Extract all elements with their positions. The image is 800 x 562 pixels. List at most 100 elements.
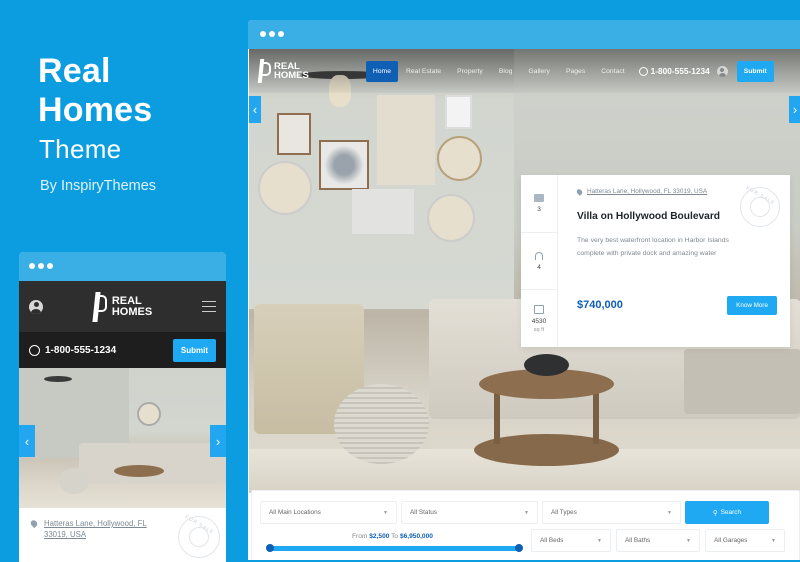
caret-down-icon: ▼ [524, 509, 529, 516]
feature-beds: 3 [521, 175, 557, 233]
promo-title-line2: Homes [38, 91, 153, 129]
nav-contact[interactable]: Contact [593, 61, 632, 82]
search-icon: ⚲ [712, 509, 718, 517]
types-select[interactable]: All Types ▼ [542, 501, 681, 524]
feature-baths: 4 [521, 233, 557, 291]
chevron-right-icon: › [215, 433, 221, 449]
know-more-button[interactable]: Know More [727, 296, 777, 315]
range-max: $6,950,000 [399, 533, 433, 540]
search-label: Search [720, 509, 742, 516]
mobile-phone-number: 1-800-555-1234 [45, 344, 117, 356]
frame-art [319, 140, 369, 190]
logo-line1: REAL [111, 294, 142, 307]
hamburger-menu-icon[interactable] [202, 301, 216, 312]
bowl-decor [524, 354, 569, 376]
feature-area: 4530 sq ft [521, 290, 557, 347]
beds-value: 3 [537, 205, 541, 213]
bed-icon [534, 193, 544, 202]
mobile-browser-window: REAL HOMES 1-800-555-1234 Submit ‹ › Hat… [19, 252, 226, 562]
chevron-right-icon: › [792, 102, 798, 117]
clock-decor [137, 402, 161, 426]
range-min: $2,500 [369, 533, 390, 540]
logo-mark-icon [258, 59, 271, 83]
range-to-label: To [391, 533, 399, 540]
site-logo[interactable]: REAL HOMES [93, 292, 152, 322]
site-logo[interactable]: REAL HOMES [258, 59, 309, 83]
whatsapp-icon [638, 66, 648, 76]
property-address: Hatteras Lane, Hollywood, FL 33019, USA [587, 188, 708, 195]
search-button[interactable]: ⚲ Search [685, 501, 769, 524]
frame-art [277, 113, 311, 155]
area-value: 4530 [531, 317, 547, 325]
baths-select-value: All Baths [625, 537, 651, 544]
header-phone[interactable]: 1-800-555-1234 [638, 66, 710, 76]
caret-down-icon: ▼ [667, 509, 672, 516]
caret-down-icon: ▼ [771, 537, 776, 544]
baths-value: 4 [537, 263, 541, 271]
nav-pages[interactable]: Pages [558, 61, 593, 82]
slider-prev-button[interactable]: ‹ [249, 96, 261, 123]
pouf [59, 468, 89, 494]
user-account-icon[interactable] [29, 299, 43, 314]
property-features: 3 4 4530 sq ft [521, 175, 558, 347]
locations-value: All Main Locations [269, 509, 321, 516]
area-icon [534, 304, 544, 314]
stamp-text: FOR SALE [183, 514, 215, 536]
area-unit: sq ft [533, 326, 545, 333]
caret-down-icon: ▼ [597, 537, 602, 544]
round-art [427, 194, 475, 242]
status-select[interactable]: All Status ▼ [401, 501, 538, 524]
frame-art [445, 95, 472, 129]
sofa [79, 443, 226, 483]
promo-title-line1: Real [38, 52, 111, 90]
range-from-label: From [352, 533, 368, 540]
mobile-property-address-link[interactable]: Hatteras Lane, Hollywood, FL 33019, USA [29, 518, 169, 540]
for-sale-stamp-icon: FOR SALE [740, 185, 780, 227]
window-dots-icon [29, 263, 53, 269]
header-submit-button[interactable]: Submit [736, 60, 774, 82]
chevron-left-icon: ‹ [252, 102, 258, 117]
price-range-min-handle[interactable] [266, 544, 274, 552]
promo-title: Real Homes [38, 52, 152, 130]
property-card: 3 4 4530 sq ft Hatteras Lane, Hollywood,… [521, 175, 790, 347]
round-art [258, 161, 312, 215]
types-value: All Types [551, 509, 577, 516]
sofa-chaise [684, 349, 800, 414]
nav-blog[interactable]: Blog [491, 61, 521, 82]
window-dots-icon [260, 31, 284, 37]
slider-prev-button[interactable]: ‹ [19, 425, 35, 457]
property-price: $740,000 [577, 299, 623, 311]
highland-cow-art [352, 189, 414, 234]
shower-icon [535, 251, 543, 260]
price-range-track[interactable] [268, 546, 520, 551]
user-account-icon[interactable] [716, 65, 728, 77]
price-range-max-handle[interactable] [515, 544, 523, 552]
for-sale-stamp-icon: FOR SALE [178, 514, 220, 558]
mobile-property-card: Hatteras Lane, Hollywood, FL 33019, USA … [19, 508, 226, 562]
beds-select[interactable]: All Beds ▼ [531, 529, 611, 552]
mobile-phone[interactable]: 1-800-555-1234 [29, 344, 117, 356]
baths-select[interactable]: All Baths ▼ [616, 529, 700, 552]
status-value: All Status [410, 509, 437, 516]
location-pin-icon [575, 187, 584, 196]
whatsapp-icon [29, 344, 40, 356]
logo-mark-icon [93, 292, 107, 322]
nav-home[interactable]: Home [365, 60, 398, 82]
nav-real-estate[interactable]: Real Estate [398, 61, 449, 82]
caret-down-icon: ▼ [383, 509, 388, 516]
mobile-submit-button[interactable]: Submit [172, 338, 216, 362]
nav-property[interactable]: Property [449, 61, 491, 82]
location-pin-icon [29, 518, 39, 529]
locations-select[interactable]: All Main Locations ▼ [260, 501, 397, 524]
garages-select-value: All Garages [714, 537, 748, 544]
slider-next-button[interactable]: › [210, 425, 226, 457]
garages-select[interactable]: All Garages ▼ [705, 529, 785, 552]
mobile-hero-image: ‹ › [19, 368, 226, 508]
logo-line2: HOMES [111, 305, 153, 318]
desktop-browser-window: REAL HOMES Home Real Estate Property Blo… [248, 20, 800, 560]
beds-select-value: All Beds [540, 537, 564, 544]
basket-art [437, 136, 482, 181]
slider-next-button[interactable]: › [789, 96, 800, 123]
nav-gallery[interactable]: Gallery [520, 61, 558, 82]
macrame-art [377, 95, 435, 185]
